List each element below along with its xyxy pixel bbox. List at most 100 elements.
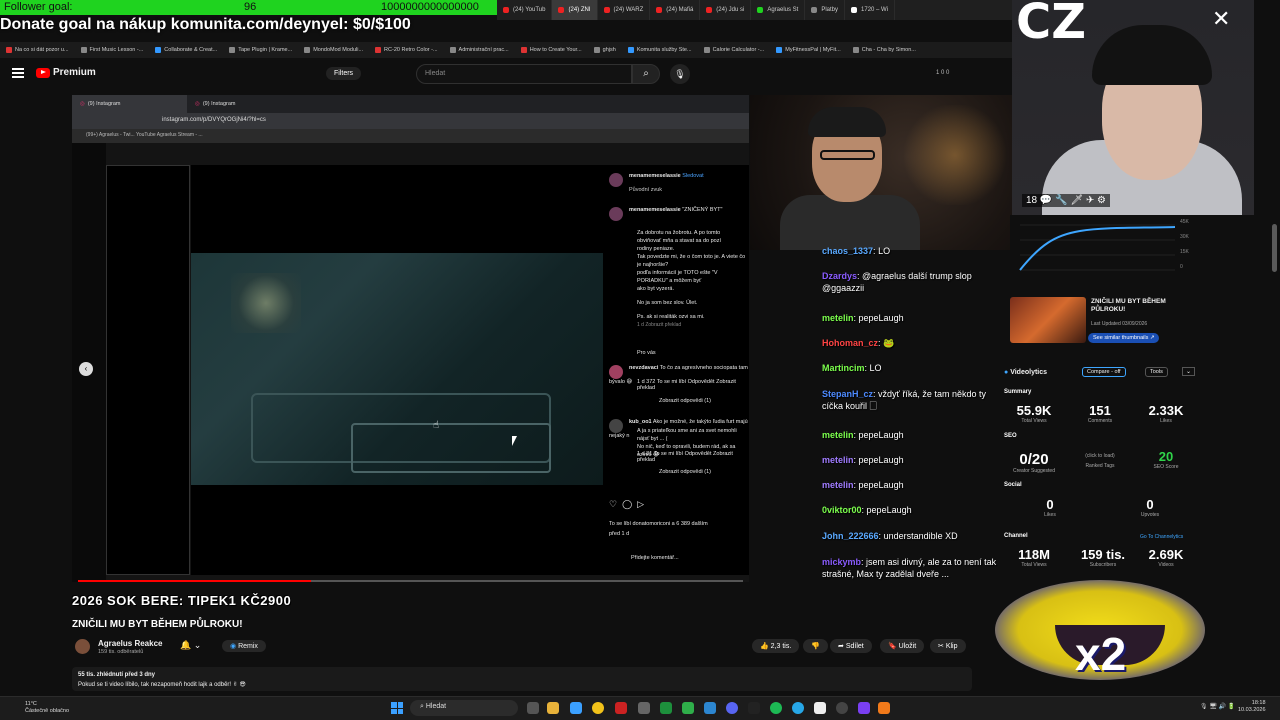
chat-text: pepeLaugh [858,480,904,490]
stat-social-likes: 0 Likes [1044,497,1056,518]
windows-start-icon[interactable] [391,702,403,714]
channel-name[interactable]: Agraelus Reakce [98,639,162,648]
bookmark-item[interactable]: Administrační prac... [444,47,515,53]
chat-text: pepeLaugh [858,313,904,323]
browser-tab[interactable]: Agraelus St [751,0,806,20]
remix-button[interactable]: ◉ Remix [222,640,266,652]
youtube-logo[interactable]: Premium [36,67,96,78]
videolytics-brand: ● Videolytics [1004,369,1048,376]
bookmark-item[interactable]: First Music Lesson -... [75,47,150,53]
chat-username[interactable]: Martincim [822,363,865,373]
app-icon[interactable] [748,702,760,714]
browser-tab[interactable]: (24) Mafiá [650,0,701,20]
description-meta: 55 tis. zhlédnutí před 3 dny [78,672,156,678]
browser-tab[interactable]: (24) WARZ [598,0,651,20]
browser-tabstrip: (24) YouTub (24) ZNI (24) WARZ (24) Mafi… [497,0,1012,20]
chat-username[interactable]: metelin [822,480,854,490]
weather-widget[interactable]: 11°C Částečně oblačno [25,701,69,715]
bookmark-item[interactable]: Tape Plugin | Krame... [223,47,298,53]
chat-message: metelin: pepeLaugh [822,312,997,324]
save-button[interactable]: 🔖 Uložit [880,639,925,653]
browser-tab[interactable]: (24) YouTub [497,0,553,20]
bookmark-item[interactable]: Calorie Calculator -... [698,47,771,53]
file-explorer-icon[interactable] [547,702,559,714]
compare-button[interactable]: Compare - off [1082,367,1126,377]
chevron-down-icon[interactable]: ⌄ [1182,367,1196,376]
taskbar-search[interactable]: ⌕ Hledat [410,700,518,716]
video-description[interactable]: 55 tis. zhlédnutí před 3 dny Pokud se ti… [72,667,972,691]
chat-message: Dzardys: @agraelus další trump slop @gga… [822,270,997,294]
app-icon[interactable] [638,702,650,714]
hamburger-menu-icon[interactable] [12,68,24,78]
system-tray-icons[interactable]: 🎙 🖥 🔊 🔋 [1200,703,1235,710]
app-icon[interactable] [660,702,672,714]
share-button[interactable]: ➦ Sdílet [830,639,872,653]
follower-goal-target: 1000000000000000 [381,1,479,13]
obs-icon[interactable] [836,702,848,714]
steam-icon[interactable] [704,702,716,714]
microphone-icon[interactable]: 🎙 [670,64,690,84]
bookmark-item[interactable]: How to Create Your... [515,47,588,53]
chat-username[interactable]: chaos_1337 [822,246,873,256]
browser-tab[interactable]: 1720 – Wi [845,0,896,20]
chat-username[interactable]: Hohoman_cz [822,338,878,348]
video-progress-bar[interactable] [78,580,743,582]
webcam-host: CZ ✕ 18 💬 🔧 🗡 ✈ ⚙ [1012,0,1254,215]
bookmark-item[interactable]: Collaborate & Creat... [149,47,223,53]
chat-username[interactable]: mickymb [822,557,861,567]
excel-icon[interactable] [682,702,694,714]
see-similar-button[interactable]: See similar thumbnails ↗ [1088,333,1160,343]
app-icon[interactable] [858,702,870,714]
search-icon[interactable]: ⌕ [632,64,660,84]
stat-channel-views: 118M Total Views [1018,547,1050,568]
chat-username[interactable]: metelin [822,430,854,440]
task-view-icon[interactable] [527,702,539,714]
browser-tab[interactable]: Platby [805,0,846,20]
chat-username[interactable]: metelin [822,455,854,465]
chat-username[interactable]: metelin [822,313,854,323]
telegram-icon[interactable] [792,702,804,714]
clock[interactable]: 18:18 10.03.2026 [1238,700,1266,714]
dislike-button[interactable]: 👎 [803,639,828,653]
recommended-title[interactable]: ZNIČILI MU BYT BĚHEM PŮLROKU! [1091,298,1201,314]
bookmark-item[interactable]: RC-20 Retro Color -... [369,47,444,53]
youtube-icon [656,7,663,13]
filters-button[interactable]: Filters [326,67,362,80]
bell-icon[interactable]: 🔔 ⌄ [180,640,201,651]
video-player[interactable]: ◎ (9) Instagram ◎ (9) Instagram instagram.… [72,95,749,582]
chrome-icon[interactable] [592,702,604,714]
chat-username[interactable]: 0viktor00 [822,505,862,515]
bookmark-item[interactable]: MondoMod Moduli... [298,47,369,53]
app-icon[interactable] [814,702,826,714]
recommended-thumbnail[interactable] [1010,297,1086,343]
page-scrollbar[interactable] [1272,224,1277,272]
go-to-channelytics-link[interactable]: Go To Channelytics [1140,534,1183,540]
graph-label: 0 [1180,264,1183,270]
spotify-icon[interactable] [770,702,782,714]
bookmark-item[interactable]: Cha - Cha by Simon... [847,47,922,53]
search-input[interactable]: Hledat [416,64,632,84]
chat-username[interactable]: John_222666 [822,531,879,541]
discord-icon[interactable] [726,702,738,714]
chat-username[interactable]: StepanH_cz [822,389,873,399]
bookmark-item[interactable]: ghjsh [588,47,622,53]
bookmark-item[interactable]: MyFitnessPal | MyFit... [770,47,847,53]
stat-total-views: 55.9K Total Views [1016,403,1052,424]
app-icon[interactable] [878,702,890,714]
tools-button[interactable]: Tools [1145,367,1168,377]
app-icon[interactable] [570,702,582,714]
channel-avatar[interactable] [75,639,90,654]
youtube-icon [706,7,713,13]
donate-goal-text: Donate goal na nákup komunita.com/deynye… [0,16,411,33]
chat-username[interactable]: Dzardys [822,271,857,281]
app-icon[interactable] [615,702,627,714]
remix-icon: ◉ [230,643,237,650]
chat-text: pepeLaugh [866,505,912,515]
bookmark-item[interactable]: Na co si dát pozor u... [0,47,75,53]
wikipedia-icon [851,7,858,13]
browser-tab-active[interactable]: (24) ZNI [552,0,598,20]
like-button[interactable]: 👍 2,3 tis. [752,639,800,653]
bookmark-item[interactable]: Komunita služby Ste... [622,47,698,53]
clip-button[interactable]: ✂ Klip [930,639,966,653]
browser-tab[interactable]: (24) Jdu si [700,0,752,20]
